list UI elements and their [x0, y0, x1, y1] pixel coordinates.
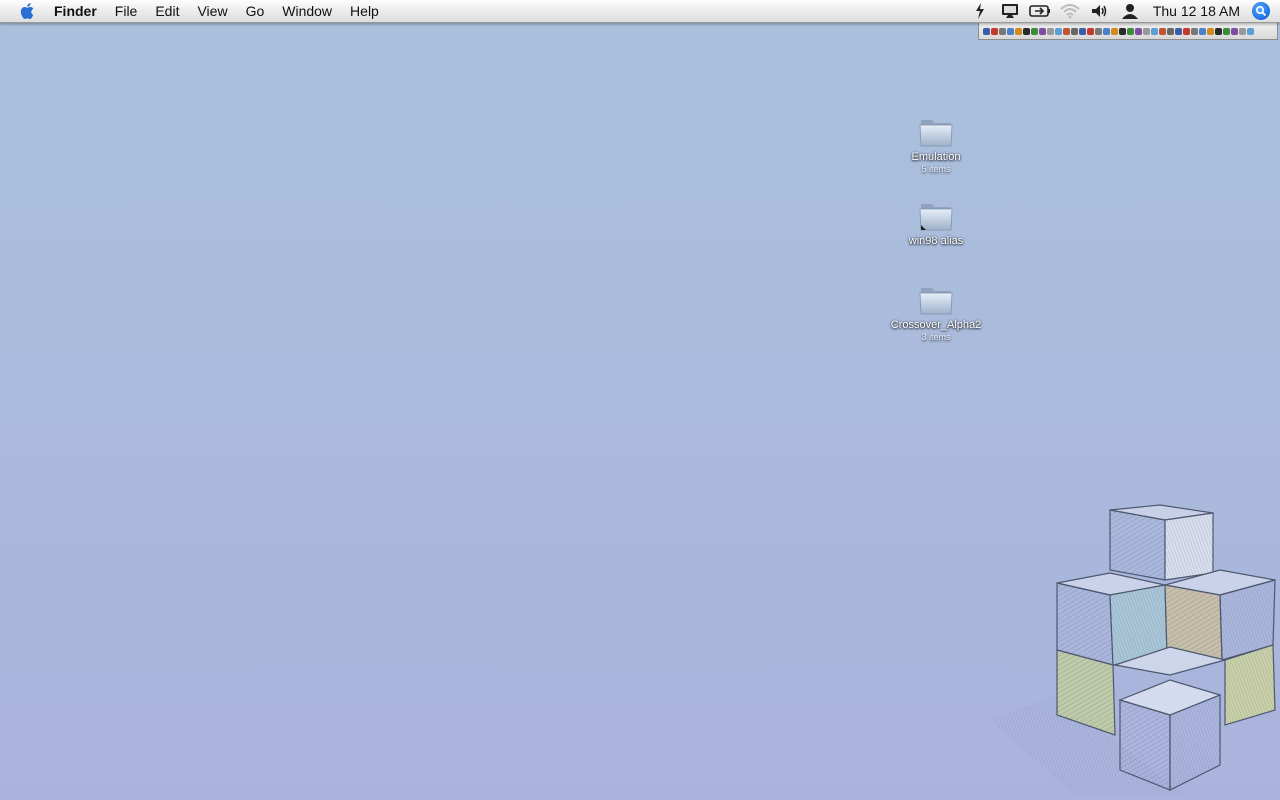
icon-label: Emulation: [911, 151, 961, 163]
desktop-icon-win98-alias[interactable]: win98 alias: [881, 198, 991, 248]
menu-extra-mini-icon[interactable]: [1207, 27, 1214, 35]
menu-extra-mini-icon[interactable]: [1103, 27, 1110, 35]
menu-extra-mini-icon[interactable]: [991, 27, 998, 35]
icon-label: Crossover_Alpha2: [890, 319, 982, 331]
menu-window[interactable]: Window: [273, 0, 341, 22]
menu-extra-mini-icon[interactable]: [1199, 27, 1206, 35]
menu-extra-mini-icon[interactable]: [1247, 27, 1254, 35]
menu-edit[interactable]: Edit: [146, 0, 188, 22]
menu-extra-mini-icon[interactable]: [1023, 27, 1030, 35]
menu-go[interactable]: Go: [237, 0, 274, 22]
menu-extra-mini-icon[interactable]: [1159, 27, 1166, 35]
battery-icon[interactable]: [1025, 0, 1055, 22]
wifi-icon[interactable]: [1055, 0, 1085, 22]
menu-extra-mini-icon[interactable]: [1223, 27, 1230, 35]
menu-extra-mini-icon[interactable]: [1071, 27, 1078, 35]
menu-extra-mini-icon[interactable]: [1239, 27, 1246, 35]
volume-icon[interactable]: [1085, 0, 1115, 22]
status-area: Thu 12 18 AM: [965, 0, 1280, 22]
menu-bar: Finder File Edit View Go Window Help Thu…: [0, 0, 1280, 23]
menu-extra-mini-icon[interactable]: [1039, 27, 1046, 35]
menu-extra-mini-icon[interactable]: [1183, 27, 1190, 35]
menu-extra-mini-icon[interactable]: [1119, 27, 1126, 35]
desktop-icon-crossover-alpha2[interactable]: Crossover_Alpha2 3 items: [881, 282, 991, 342]
menu-help[interactable]: Help: [341, 0, 388, 22]
menu-extra-mini-icon[interactable]: [1231, 27, 1238, 35]
menu-extra-mini-icon[interactable]: [1087, 27, 1094, 35]
user-icon[interactable]: [1115, 0, 1145, 22]
spotlight-icon[interactable]: [1250, 0, 1272, 22]
menu-extra-mini-icon[interactable]: [1127, 27, 1134, 35]
menu-extra-mini-icon[interactable]: [1007, 27, 1014, 35]
menu-extra-mini-icon[interactable]: [1079, 27, 1086, 35]
menu-extra-mini-icon[interactable]: [1095, 27, 1102, 35]
menu-extra-mini-icon[interactable]: [1167, 27, 1174, 35]
folder-icon: [919, 120, 953, 147]
menu-extra-mini-icon[interactable]: [1111, 27, 1118, 35]
icon-item-count: 3 items: [921, 332, 951, 342]
menu-extra-mini-icon[interactable]: [1143, 27, 1150, 35]
menu-extra-mini-icon[interactable]: [1063, 27, 1070, 35]
menu-extra-mini-icon[interactable]: [983, 27, 990, 35]
menu-extra-mini-icon[interactable]: [1175, 27, 1182, 35]
menu-extra-mini-icon[interactable]: [1135, 27, 1142, 35]
menu-extra-mini-icon[interactable]: [1031, 27, 1038, 35]
spotlight-circle: [1252, 2, 1270, 20]
folder-icon: [919, 288, 953, 315]
menu-finder[interactable]: Finder: [48, 0, 106, 22]
menu-extra-mini-icon[interactable]: [1191, 27, 1198, 35]
menu-extras-strip[interactable]: [978, 23, 1278, 40]
desktop-icon-emulation[interactable]: Emulation 5 items: [881, 114, 991, 174]
menu-extra-mini-icon[interactable]: [1215, 27, 1222, 35]
display-icon[interactable]: [995, 0, 1025, 22]
icon-item-count: 5 items: [921, 164, 951, 174]
folder-alias-icon: [919, 204, 953, 231]
menu-extra-mini-icon[interactable]: [1047, 27, 1054, 35]
menu-clock[interactable]: Thu 12 18 AM: [1145, 0, 1250, 22]
wallpaper-cubes-graphic: [990, 504, 1276, 795]
menu-extra-mini-icon[interactable]: [1015, 27, 1022, 35]
icon-label: win98 alias: [908, 235, 964, 247]
menu-extra-mini-icon[interactable]: [1151, 27, 1158, 35]
menu-file[interactable]: File: [106, 0, 147, 22]
apple-menu-icon[interactable]: [8, 0, 48, 22]
menu-view[interactable]: View: [188, 0, 236, 22]
menu-extra-mini-icon[interactable]: [999, 27, 1006, 35]
menu-extra-mini-icon[interactable]: [1055, 27, 1062, 35]
script-icon[interactable]: [965, 0, 995, 22]
